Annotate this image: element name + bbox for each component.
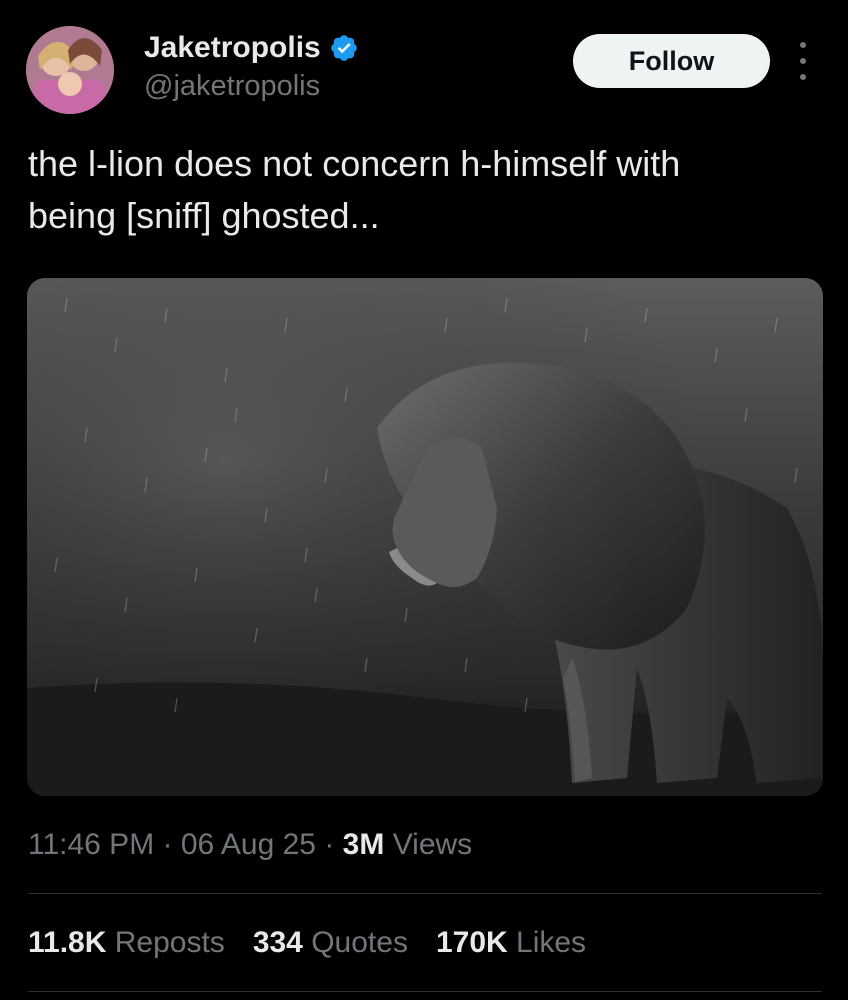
tweet-date[interactable]: 06 Aug 25 xyxy=(181,828,316,862)
tweet-meta: 11:46 PM · 06 Aug 25 · 3M Views xyxy=(28,828,472,862)
avatar[interactable] xyxy=(26,26,114,114)
author-name-row: Jaketropolis xyxy=(144,30,359,66)
tweet-time[interactable]: 11:46 PM xyxy=(28,828,154,862)
stat-label: Likes xyxy=(516,926,587,959)
tweet-text-line: being [sniff] ghosted... xyxy=(28,195,380,236)
tweet-text: the l-lion does not concern h-himself wi… xyxy=(28,138,828,242)
meta-separator: · xyxy=(154,828,181,861)
more-options-icon[interactable] xyxy=(792,42,814,80)
views-label: Views xyxy=(384,828,473,861)
views-count: 3M xyxy=(342,828,385,861)
author-display-name[interactable]: Jaketropolis xyxy=(144,31,321,65)
lion-in-rain-photo xyxy=(27,278,823,796)
tweet-detail: Jaketropolis @jaketropolis Follow the l-… xyxy=(0,0,848,1000)
stat-label: Quotes xyxy=(311,926,408,959)
divider xyxy=(28,893,822,894)
stat-count: 170K xyxy=(435,926,508,959)
avatar-photo xyxy=(26,26,114,114)
follow-button[interactable]: Follow xyxy=(573,34,770,88)
tweet-text-line: the l-lion does not concern h-himself wi… xyxy=(28,143,681,184)
reposts-stat[interactable]: 11.8K Reposts xyxy=(28,926,225,960)
likes-stat[interactable]: 170K Likes xyxy=(436,926,586,960)
meta-separator: · xyxy=(316,828,343,861)
tweet-stats: 11.8K Reposts 334 Quotes 170K Likes xyxy=(28,926,586,960)
divider xyxy=(28,991,822,992)
stat-label: Reposts xyxy=(114,926,225,959)
quotes-stat[interactable]: 334 Quotes xyxy=(253,926,408,960)
author-handle[interactable]: @jaketropolis xyxy=(144,70,320,103)
stat-count: 334 xyxy=(252,926,303,959)
verified-badge-icon xyxy=(330,35,357,61)
tweet-media-image[interactable] xyxy=(27,278,823,796)
stat-count: 11.8K xyxy=(28,926,107,959)
